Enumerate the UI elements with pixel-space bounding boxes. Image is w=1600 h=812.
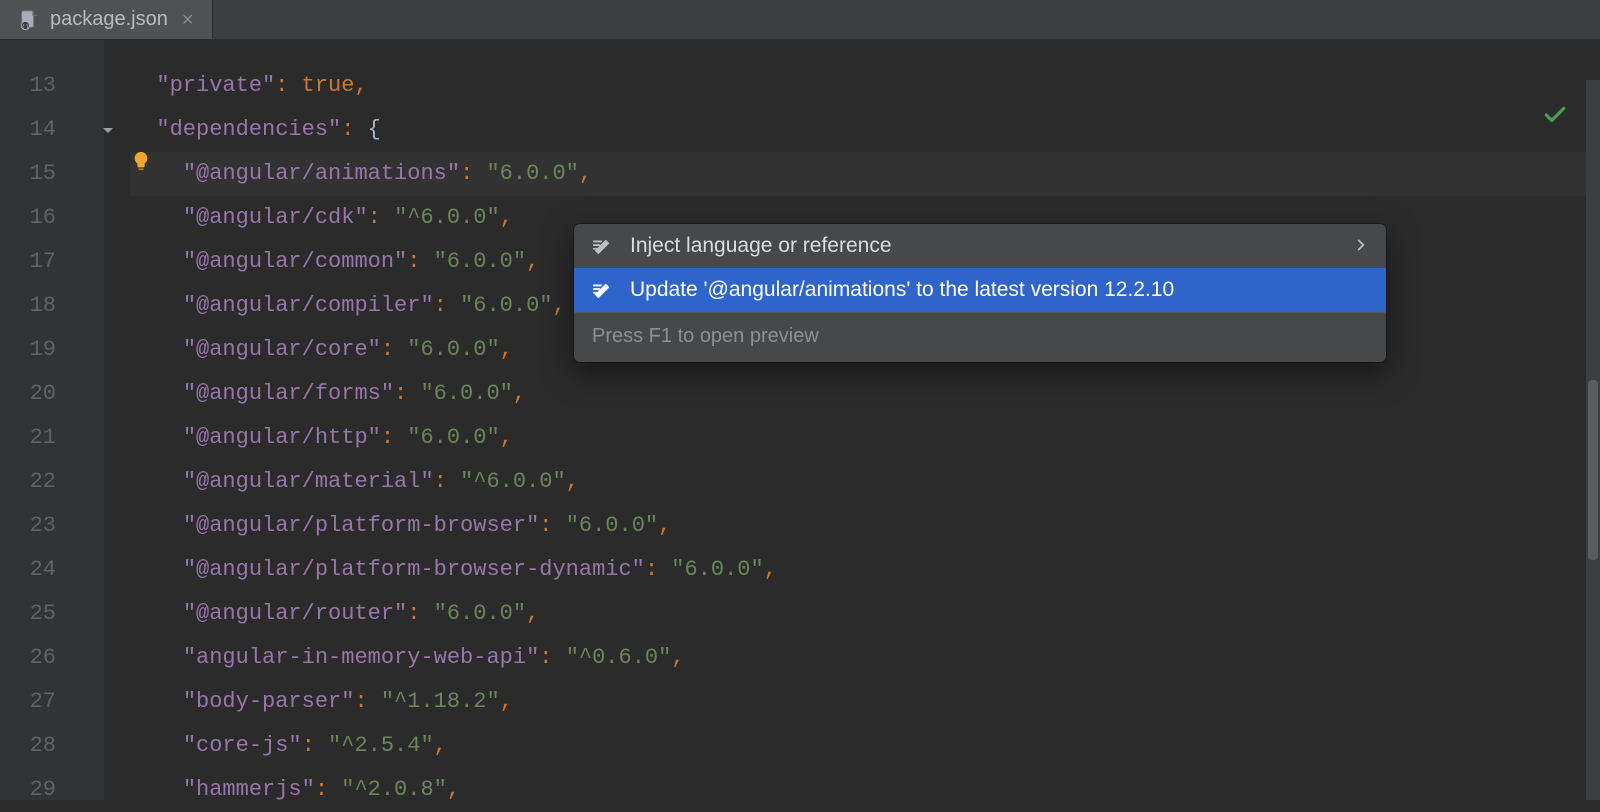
- code-line[interactable]: "hammerjs": "^2.0.8",: [130, 768, 1600, 812]
- line-number: 29: [0, 768, 104, 812]
- chevron-right-icon: [1354, 234, 1368, 258]
- line-number: 17: [0, 240, 104, 284]
- line-number: 26: [0, 636, 104, 680]
- code-line[interactable]: "body-parser": "^1.18.2",: [130, 680, 1600, 724]
- code-line[interactable]: "@angular/http": "6.0.0",: [130, 416, 1600, 460]
- code-line[interactable]: "angular-in-memory-web-api": "^0.6.0",: [130, 636, 1600, 680]
- close-tab-icon[interactable]: ×: [178, 10, 198, 30]
- intention-bulb-icon[interactable]: [130, 150, 152, 179]
- line-number: 19: [0, 328, 104, 372]
- code-line[interactable]: "@angular/platform-browser": "6.0.0",: [130, 504, 1600, 548]
- code-line[interactable]: "dependencies": {: [130, 108, 1600, 152]
- intention-action-item[interactable]: Update '@angular/animations' to the late…: [574, 268, 1386, 312]
- inspection-ok-icon[interactable]: [1542, 102, 1568, 135]
- line-number: 27: [0, 680, 104, 724]
- vertical-scrollbar-thumb[interactable]: [1588, 380, 1598, 560]
- line-number: 22: [0, 460, 104, 504]
- code-line[interactable]: "@angular/material": "^6.0.0",: [130, 460, 1600, 504]
- code-line[interactable]: "@angular/platform-browser-dynamic": "6.…: [130, 548, 1600, 592]
- line-number: 21: [0, 416, 104, 460]
- svg-text:{ }: { }: [22, 23, 29, 30]
- intention-action-icon: [592, 279, 614, 301]
- code-line[interactable]: "@angular/animations": "6.0.0",: [130, 152, 1600, 196]
- editor-tab-filename: package.json: [50, 8, 168, 31]
- code-line[interactable]: "@angular/router": "6.0.0",: [130, 592, 1600, 636]
- code-area[interactable]: "private": true, "dependencies": { "@ang…: [104, 40, 1600, 800]
- line-number: 25: [0, 592, 104, 636]
- json-file-icon: { }: [18, 9, 40, 31]
- line-number: 14: [0, 108, 104, 152]
- line-number: 28: [0, 724, 104, 768]
- intention-action-icon: [592, 235, 614, 257]
- intention-action-item[interactable]: Inject language or reference: [574, 224, 1386, 268]
- code-line[interactable]: "@angular/forms": "6.0.0",: [130, 372, 1600, 416]
- line-number: 24: [0, 548, 104, 592]
- line-number: 13: [0, 64, 104, 108]
- code-line[interactable]: "private": true,: [130, 64, 1600, 108]
- line-number: 18: [0, 284, 104, 328]
- line-number: 16: [0, 196, 104, 240]
- code-line[interactable]: "core-js": "^2.5.4",: [130, 724, 1600, 768]
- line-number: 20: [0, 372, 104, 416]
- editor-pane: 1314151617181920212223242526272829 "priv…: [0, 40, 1600, 800]
- line-number: 15: [0, 152, 104, 196]
- editor-tab-bar: { } package.json ×: [0, 0, 1600, 40]
- intention-action-label: Inject language or reference: [630, 234, 892, 258]
- intention-actions-popup: Inject language or reference Update '@ang…: [574, 224, 1386, 362]
- line-number-gutter: 1314151617181920212223242526272829: [0, 40, 104, 800]
- popup-hint: Press F1 to open preview: [574, 312, 1386, 362]
- line-number: 23: [0, 504, 104, 548]
- editor-tab[interactable]: { } package.json ×: [0, 0, 213, 39]
- vertical-scrollbar-track[interactable]: [1586, 80, 1600, 800]
- intention-action-label: Update '@angular/animations' to the late…: [630, 278, 1174, 302]
